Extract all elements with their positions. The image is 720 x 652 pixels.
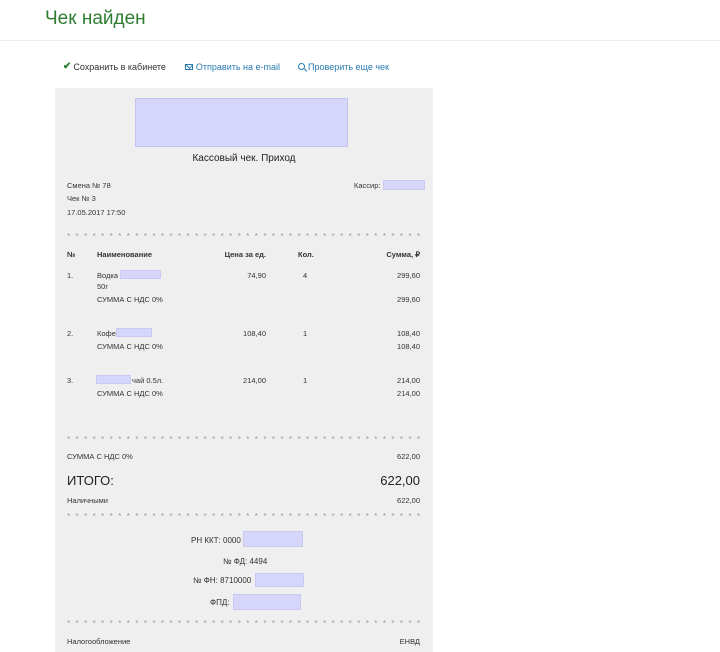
send-email-button[interactable]: Отправить на e-mail — [184, 61, 281, 72]
item-3-vat-label: СУММА С НДС 0% — [97, 389, 163, 398]
item-1-num: 1. — [67, 271, 74, 280]
receipt-datetime: 17.05.2017 17:50 — [67, 208, 126, 217]
rn-kkt: РН ККТ: 0000 — [191, 536, 241, 545]
tax-value: ЕНВД — [399, 637, 420, 646]
store-logo-redacted — [135, 98, 348, 147]
item-1-price: 74,90 — [247, 271, 266, 280]
action-bar: ✔ Сохранить в кабинете Отправить на e-ma… — [63, 61, 389, 72]
separator-stars: * * * * * * * * * * * * * * * * * * * * … — [67, 232, 423, 241]
item-3-sum: 214,00 — [397, 376, 420, 385]
check-label: Проверить еще чек — [308, 61, 389, 72]
item-3-num: 3. — [67, 376, 74, 385]
item-2-name-redacted — [116, 328, 152, 337]
tax-label: Налогообложение — [67, 637, 131, 646]
item-1-name-redacted — [120, 270, 161, 279]
fpd-label: ФПД: — [210, 598, 230, 607]
search-icon — [298, 63, 306, 70]
item-1-name: Водка — [97, 271, 119, 280]
rn-kkt-redacted — [243, 531, 303, 547]
col-price: Цена за ед. — [224, 250, 266, 259]
col-num: № — [67, 250, 76, 259]
separator-stars: * * * * * * * * * * * * * * * * * * * * … — [67, 619, 423, 628]
fpd-redacted — [233, 594, 301, 610]
separator-stars: * * * * * * * * * * * * * * * * * * * * … — [67, 435, 423, 444]
item-2-vat-label: СУММА С НДС 0% — [97, 342, 163, 351]
item-1-qty: 4 — [303, 271, 308, 280]
col-qty: Кол. — [298, 250, 314, 259]
item-2-sum: 108,40 — [397, 329, 420, 338]
cashier-name-redacted — [383, 180, 425, 190]
item-3-qty: 1 — [303, 376, 308, 385]
receipt: Кассовый чек. Приход Смена № 78 Чек № 3 … — [55, 85, 433, 652]
save-label: Сохранить в кабинете — [73, 61, 166, 72]
fd-number: № ФД: 4494 — [223, 557, 268, 566]
separator-stars: * * * * * * * * * * * * * * * * * * * * … — [67, 512, 423, 521]
item-2-vat-sum: 108,40 — [397, 342, 420, 351]
vat-total-value: 622,00 — [397, 452, 420, 461]
item-3-vat-sum: 214,00 — [397, 389, 420, 398]
col-sum: Сумма, ₽ — [386, 250, 420, 259]
item-1-vat-label: СУММА С НДС 0% — [97, 295, 163, 304]
page-title: Чек найден — [45, 8, 146, 29]
fn-number-redacted — [255, 573, 304, 587]
item-2-name: Кофе — [97, 329, 116, 338]
col-name: Наименование — [97, 250, 153, 259]
receipt-title: Кассовый чек. Приход — [192, 153, 296, 164]
item-1-vat-sum: 299,60 — [397, 295, 420, 304]
item-2-qty: 1 — [303, 329, 308, 338]
shift-number: Смена № 78 — [67, 181, 111, 190]
fn-number: № ФН: 8710000 — [193, 576, 252, 585]
check-number: Чек № 3 — [67, 194, 96, 203]
cash-value: 622,00 — [397, 496, 420, 505]
receipt-torn-edge — [55, 85, 433, 89]
save-to-cabinet-button[interactable]: ✔ Сохранить в кабинете — [63, 61, 166, 72]
item-3-name-redacted — [96, 375, 131, 384]
total-value: 622,00 — [380, 473, 420, 488]
item-1-sum: 299,60 — [397, 271, 420, 280]
title-divider — [0, 40, 720, 41]
item-2-num: 2. — [67, 329, 74, 338]
total-label: ИТОГО: — [67, 473, 114, 488]
item-3-price: 214,00 — [243, 376, 266, 385]
cashier-label: Кассир: — [354, 181, 381, 190]
item-2-price: 108,40 — [243, 329, 266, 338]
check-another-button[interactable]: Проверить еще чек — [298, 61, 389, 72]
checkmark-icon: ✔ — [63, 61, 72, 72]
item-3-name: чай 0.5л. — [132, 376, 164, 385]
email-label: Отправить на e-mail — [195, 61, 281, 72]
envelope-icon — [184, 63, 193, 70]
cash-label: Наличными — [67, 496, 108, 505]
item-1-name-line2: 50г — [97, 282, 109, 291]
vat-total-label: СУММА С НДС 0% — [67, 452, 133, 461]
